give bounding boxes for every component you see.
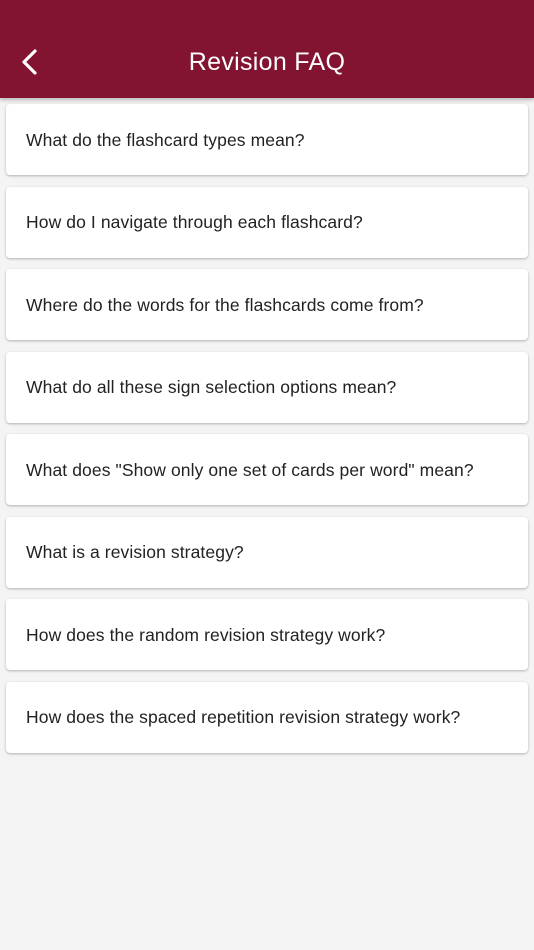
faq-item-label: How do I navigate through each flashcard… (26, 212, 363, 232)
faq-item-label: What do all these sign selection options… (26, 377, 397, 397)
faq-item-random-strategy[interactable]: How does the random revision strategy wo… (6, 599, 528, 670)
app-bar: Revision FAQ (0, 0, 534, 98)
faq-item-flashcard-types[interactable]: What do the flashcard types mean? (6, 104, 528, 175)
faq-item-one-set-per-word[interactable]: What does "Show only one set of cards pe… (6, 434, 528, 505)
faq-list: What do the flashcard types mean? How do… (6, 104, 528, 764)
faq-item-label: Where do the words for the flashcards co… (26, 294, 424, 315)
faq-item-spaced-repetition-strategy[interactable]: How does the spaced repetition revision … (6, 681, 528, 753)
faq-item-navigate-flashcards[interactable]: How do I navigate through each flashcard… (6, 186, 528, 258)
faq-item-label: How does the random revision strategy wo… (26, 624, 386, 645)
faq-item-word-source[interactable]: Where do the words for the flashcards co… (6, 269, 528, 340)
faq-item-revision-strategy[interactable]: What is a revision strategy? (6, 516, 528, 588)
faq-item-label: What do the flashcard types mean? (26, 129, 305, 150)
page-title: Revision FAQ (188, 48, 346, 76)
faq-item-label: What is a revision strategy? (26, 542, 244, 562)
faq-item-label: How does the spaced repetition revision … (26, 707, 461, 727)
faq-item-sign-selection-options[interactable]: What do all these sign selection options… (6, 351, 528, 423)
faq-item-label: What does "Show only one set of cards pe… (26, 459, 474, 480)
